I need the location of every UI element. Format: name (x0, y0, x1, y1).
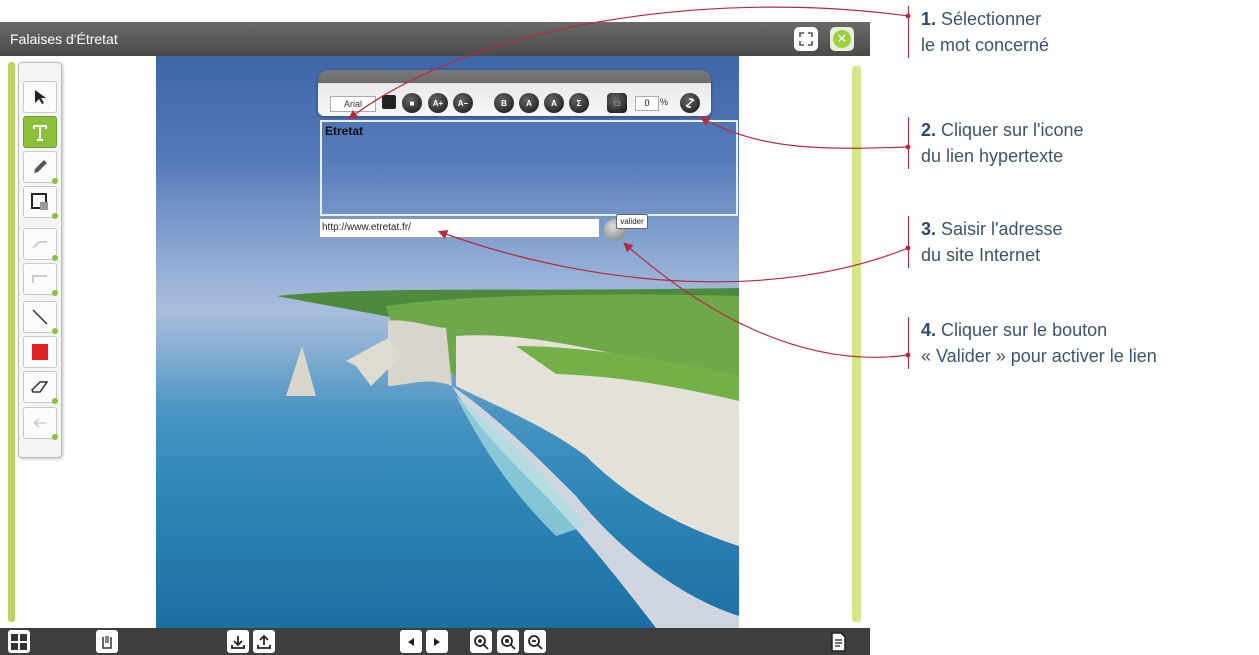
callout-1: 1. Sélectionner le mot concerné (908, 6, 1049, 58)
callout-text: « Valider » pour activer le lien (921, 346, 1157, 366)
callout-text: Cliquer sur le bouton (941, 320, 1108, 340)
callout-number: 1. (921, 9, 937, 29)
callout-text: du lien hypertexte (921, 146, 1064, 166)
arrow-3 (437, 229, 909, 283)
callout-4: 4. Cliquer sur le bouton « Valider » pou… (908, 317, 1157, 369)
callout-text: le mot concerné (921, 35, 1050, 55)
callout-number: 3. (921, 219, 937, 239)
arrow-1 (348, 6, 909, 120)
callout-3: 3. Saisir l'adresse du site Internet (908, 216, 1063, 268)
callout-text: du site Internet (921, 245, 1041, 265)
callout-2: 2. Cliquer sur l'icone du lien hypertext… (908, 117, 1084, 169)
arrow-4 (623, 242, 909, 358)
callout-number: 4. (921, 320, 937, 340)
callout-text: Sélectionner (941, 9, 1042, 29)
callout-number: 2. (921, 120, 937, 140)
callout-text: Saisir l'adresse (941, 219, 1063, 239)
arrow-2 (699, 116, 909, 149)
callout-text: Cliquer sur l'icone (941, 120, 1084, 140)
